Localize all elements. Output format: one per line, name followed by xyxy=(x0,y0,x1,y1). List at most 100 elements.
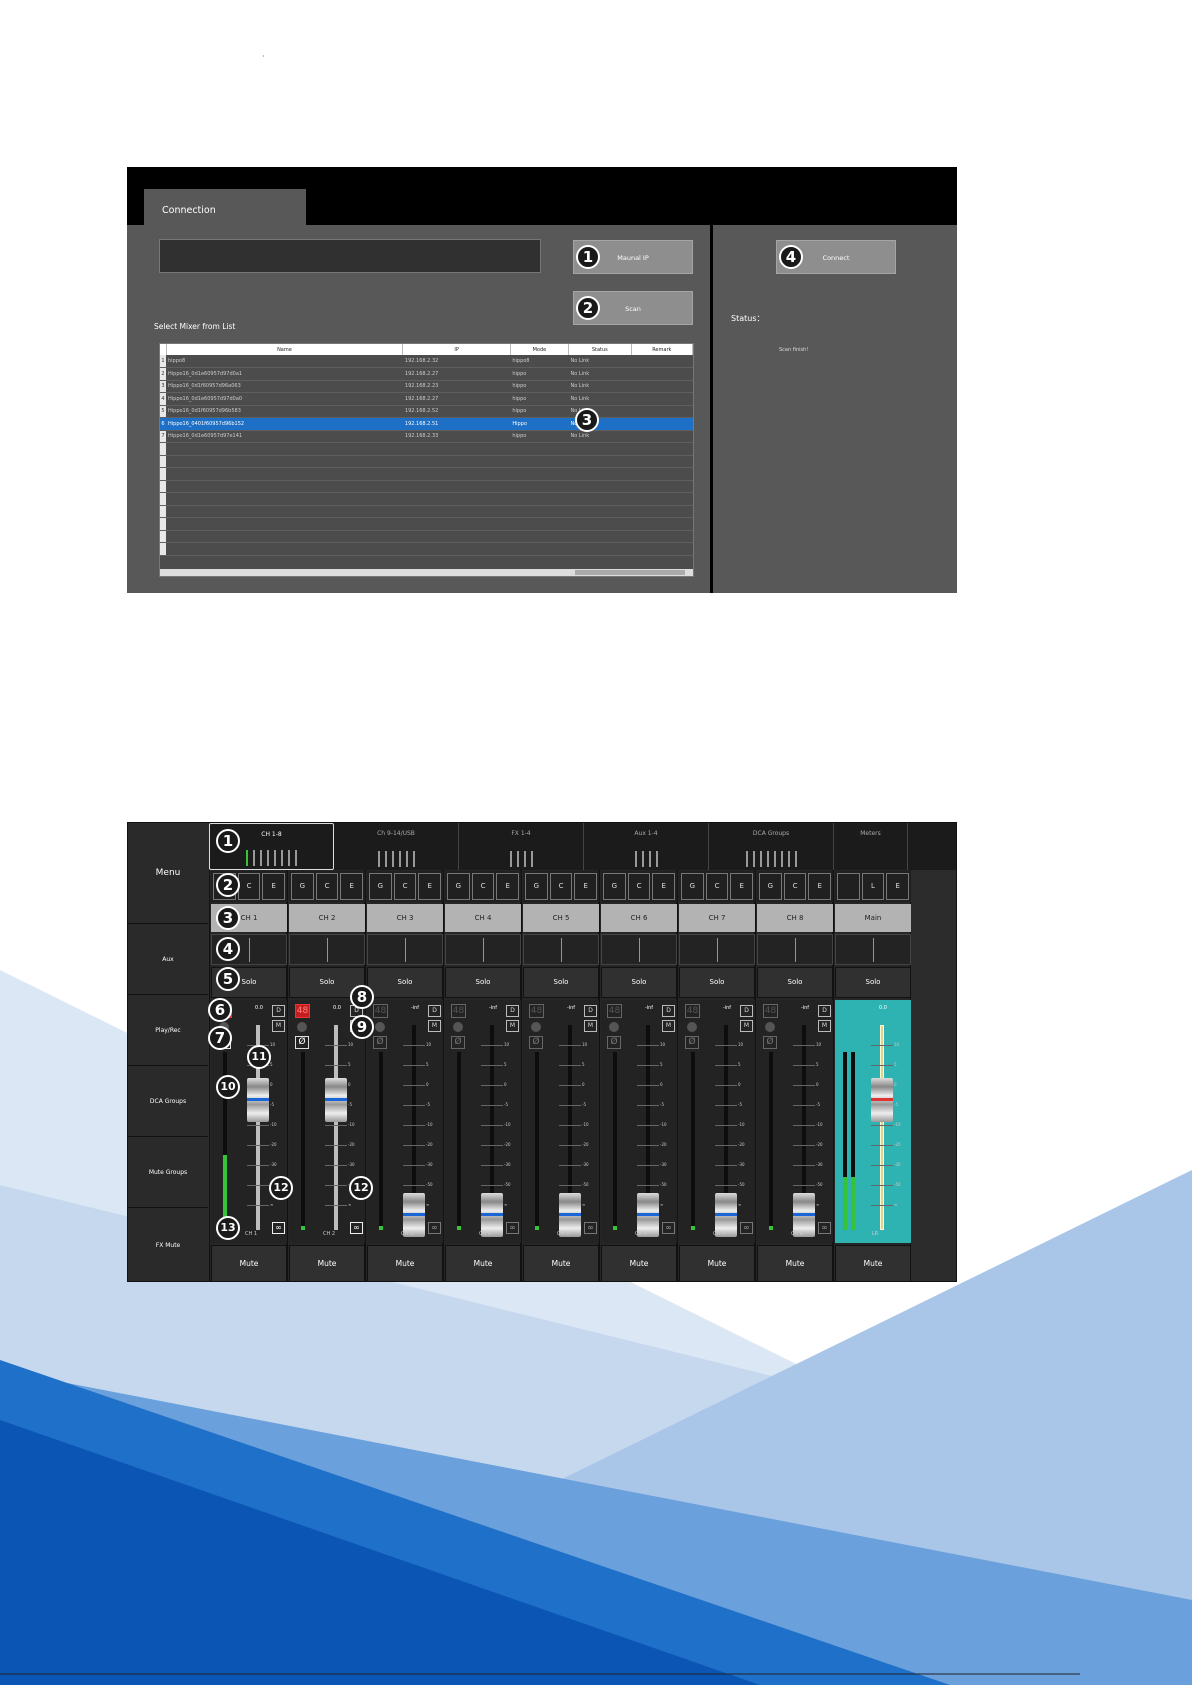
solo-button[interactable]: Solo xyxy=(601,967,677,998)
record-indicator[interactable] xyxy=(453,1022,463,1032)
d-button[interactable]: D xyxy=(428,1005,441,1017)
record-indicator[interactable] xyxy=(609,1022,619,1032)
mixer-list[interactable]: Name IP Mode Status Remark 1 hippo8 192.16… xyxy=(159,343,694,577)
phantom-power-button[interactable]: 48 xyxy=(451,1004,466,1018)
channel-name-button[interactable]: CH 2 xyxy=(289,904,365,932)
m-button[interactable]: M xyxy=(584,1020,597,1032)
mute-button[interactable]: Mute xyxy=(757,1245,833,1281)
ip-input[interactable] xyxy=(159,239,541,273)
solo-button[interactable]: Solo xyxy=(445,967,521,998)
pan-control[interactable] xyxy=(367,934,443,965)
c-button[interactable]: C xyxy=(549,873,573,900)
channel-name-button[interactable]: Main xyxy=(835,904,911,932)
pan-control[interactable] xyxy=(757,934,833,965)
e-button[interactable]: E xyxy=(808,873,832,900)
phantom-power-button[interactable]: 48 xyxy=(373,1004,388,1018)
g-button[interactable]: G xyxy=(681,873,704,900)
phantom-power-button[interactable]: 48 xyxy=(763,1004,778,1018)
mute-button[interactable]: Mute xyxy=(601,1245,677,1281)
phantom-power-button[interactable]: 48 xyxy=(529,1004,544,1018)
layer-tab[interactable]: Meters xyxy=(834,823,908,870)
solo-button[interactable]: Solo xyxy=(835,967,911,998)
c-button[interactable]: C xyxy=(315,873,339,900)
c-button[interactable]: C xyxy=(783,873,807,900)
c-button[interactable]: C xyxy=(705,873,729,900)
channel-name-button[interactable]: CH 6 xyxy=(601,904,677,932)
e-button[interactable]: E xyxy=(886,873,910,900)
record-indicator[interactable] xyxy=(765,1022,775,1032)
c-button[interactable]: C xyxy=(627,873,651,900)
layer-tab[interactable]: FX 1-4 xyxy=(459,823,584,870)
fader-handle[interactable] xyxy=(871,1077,893,1122)
g-button[interactable]: G xyxy=(291,873,314,900)
m-button[interactable]: M xyxy=(818,1020,831,1032)
menu-button[interactable]: Menu xyxy=(128,823,208,924)
column-header[interactable]: Mode xyxy=(510,344,569,355)
e-button[interactable]: E xyxy=(496,873,520,900)
c-button[interactable]: C xyxy=(237,873,261,900)
mixer-table-row[interactable]: 4 Hippo16_0d1e60957d97d0a0 192.168.2.27 hip… xyxy=(160,392,693,406)
pan-control[interactable] xyxy=(445,934,521,965)
phase-invert-button[interactable]: Ø xyxy=(763,1036,777,1049)
g-button[interactable]: G xyxy=(525,873,548,900)
c-button[interactable]: C xyxy=(471,873,495,900)
pan-control[interactable] xyxy=(601,934,677,965)
blank-button[interactable] xyxy=(837,873,860,900)
channel-name-button[interactable]: CH 5 xyxy=(523,904,599,932)
d-button[interactable]: D xyxy=(584,1005,597,1017)
pan-control[interactable] xyxy=(289,934,365,965)
e-button[interactable]: E xyxy=(730,873,754,900)
column-header[interactable]: Name xyxy=(166,344,404,355)
l-button[interactable]: L xyxy=(861,873,885,900)
phase-invert-button[interactable]: Ø xyxy=(373,1036,387,1049)
phase-invert-button[interactable]: Ø xyxy=(295,1036,309,1049)
solo-button[interactable]: Solo xyxy=(523,967,599,998)
e-button[interactable]: E xyxy=(652,873,676,900)
e-button[interactable]: E xyxy=(340,873,364,900)
mute-button[interactable]: Mute xyxy=(367,1245,443,1281)
g-button[interactable]: G xyxy=(447,873,470,900)
m-button[interactable]: M xyxy=(428,1020,441,1032)
phase-invert-button[interactable]: Ø xyxy=(451,1036,465,1049)
dca-groups-button[interactable]: DCA Groups xyxy=(128,1066,208,1137)
column-header[interactable]: Remark xyxy=(631,344,693,355)
mute-button[interactable]: Mute xyxy=(211,1245,287,1281)
pan-control[interactable] xyxy=(835,934,911,965)
aux-button[interactable]: Aux xyxy=(128,924,208,995)
mute-button[interactable]: Mute xyxy=(289,1245,365,1281)
e-button[interactable]: E xyxy=(262,873,286,900)
d-button[interactable]: D xyxy=(740,1005,753,1017)
mute-groups-button[interactable]: Mute Groups xyxy=(128,1137,208,1208)
pan-control[interactable] xyxy=(679,934,755,965)
d-button[interactable]: D xyxy=(662,1005,675,1017)
g-button[interactable]: G xyxy=(369,873,392,900)
m-button[interactable]: M xyxy=(740,1020,753,1032)
d-button[interactable]: D xyxy=(506,1005,519,1017)
horizontal-scrollbar[interactable] xyxy=(160,569,693,576)
d-button[interactable]: D xyxy=(818,1005,831,1017)
layer-tab[interactable]: DCA Groups xyxy=(709,823,834,870)
fader-track[interactable] xyxy=(334,1025,338,1230)
phantom-power-button[interactable]: 48 xyxy=(295,1004,310,1018)
m-button[interactable]: M xyxy=(272,1020,285,1032)
mute-button[interactable]: Mute xyxy=(679,1245,755,1281)
channel-name-button[interactable]: CH 4 xyxy=(445,904,521,932)
solo-button[interactable]: Solo xyxy=(367,967,443,998)
column-header[interactable]: IP xyxy=(402,344,511,355)
phantom-power-button[interactable]: 48 xyxy=(607,1004,622,1018)
phase-invert-button[interactable]: Ø xyxy=(685,1036,699,1049)
channel-name-button[interactable]: CH 3 xyxy=(367,904,443,932)
play-rec-button[interactable]: Play/Rec xyxy=(128,995,208,1066)
fader-handle[interactable] xyxy=(247,1077,269,1122)
m-button[interactable]: M xyxy=(506,1020,519,1032)
channel-name-button[interactable]: CH 8 xyxy=(757,904,833,932)
record-indicator[interactable] xyxy=(375,1022,385,1032)
g-button[interactable]: G xyxy=(759,873,782,900)
fader-handle[interactable] xyxy=(325,1077,347,1122)
c-button[interactable]: C xyxy=(393,873,417,900)
mixer-table-row[interactable]: 1 hippo8 192.168.2.32 hippo8 No Link xyxy=(160,355,693,368)
layer-tab[interactable]: Aux 1-4 xyxy=(584,823,709,870)
mute-button[interactable]: Mute xyxy=(445,1245,521,1281)
mixer-table-row[interactable]: 5 Hippo16_0d1f60957d96b583 192.168.2.52 hip… xyxy=(160,405,693,418)
mute-button[interactable]: Mute xyxy=(835,1245,911,1281)
